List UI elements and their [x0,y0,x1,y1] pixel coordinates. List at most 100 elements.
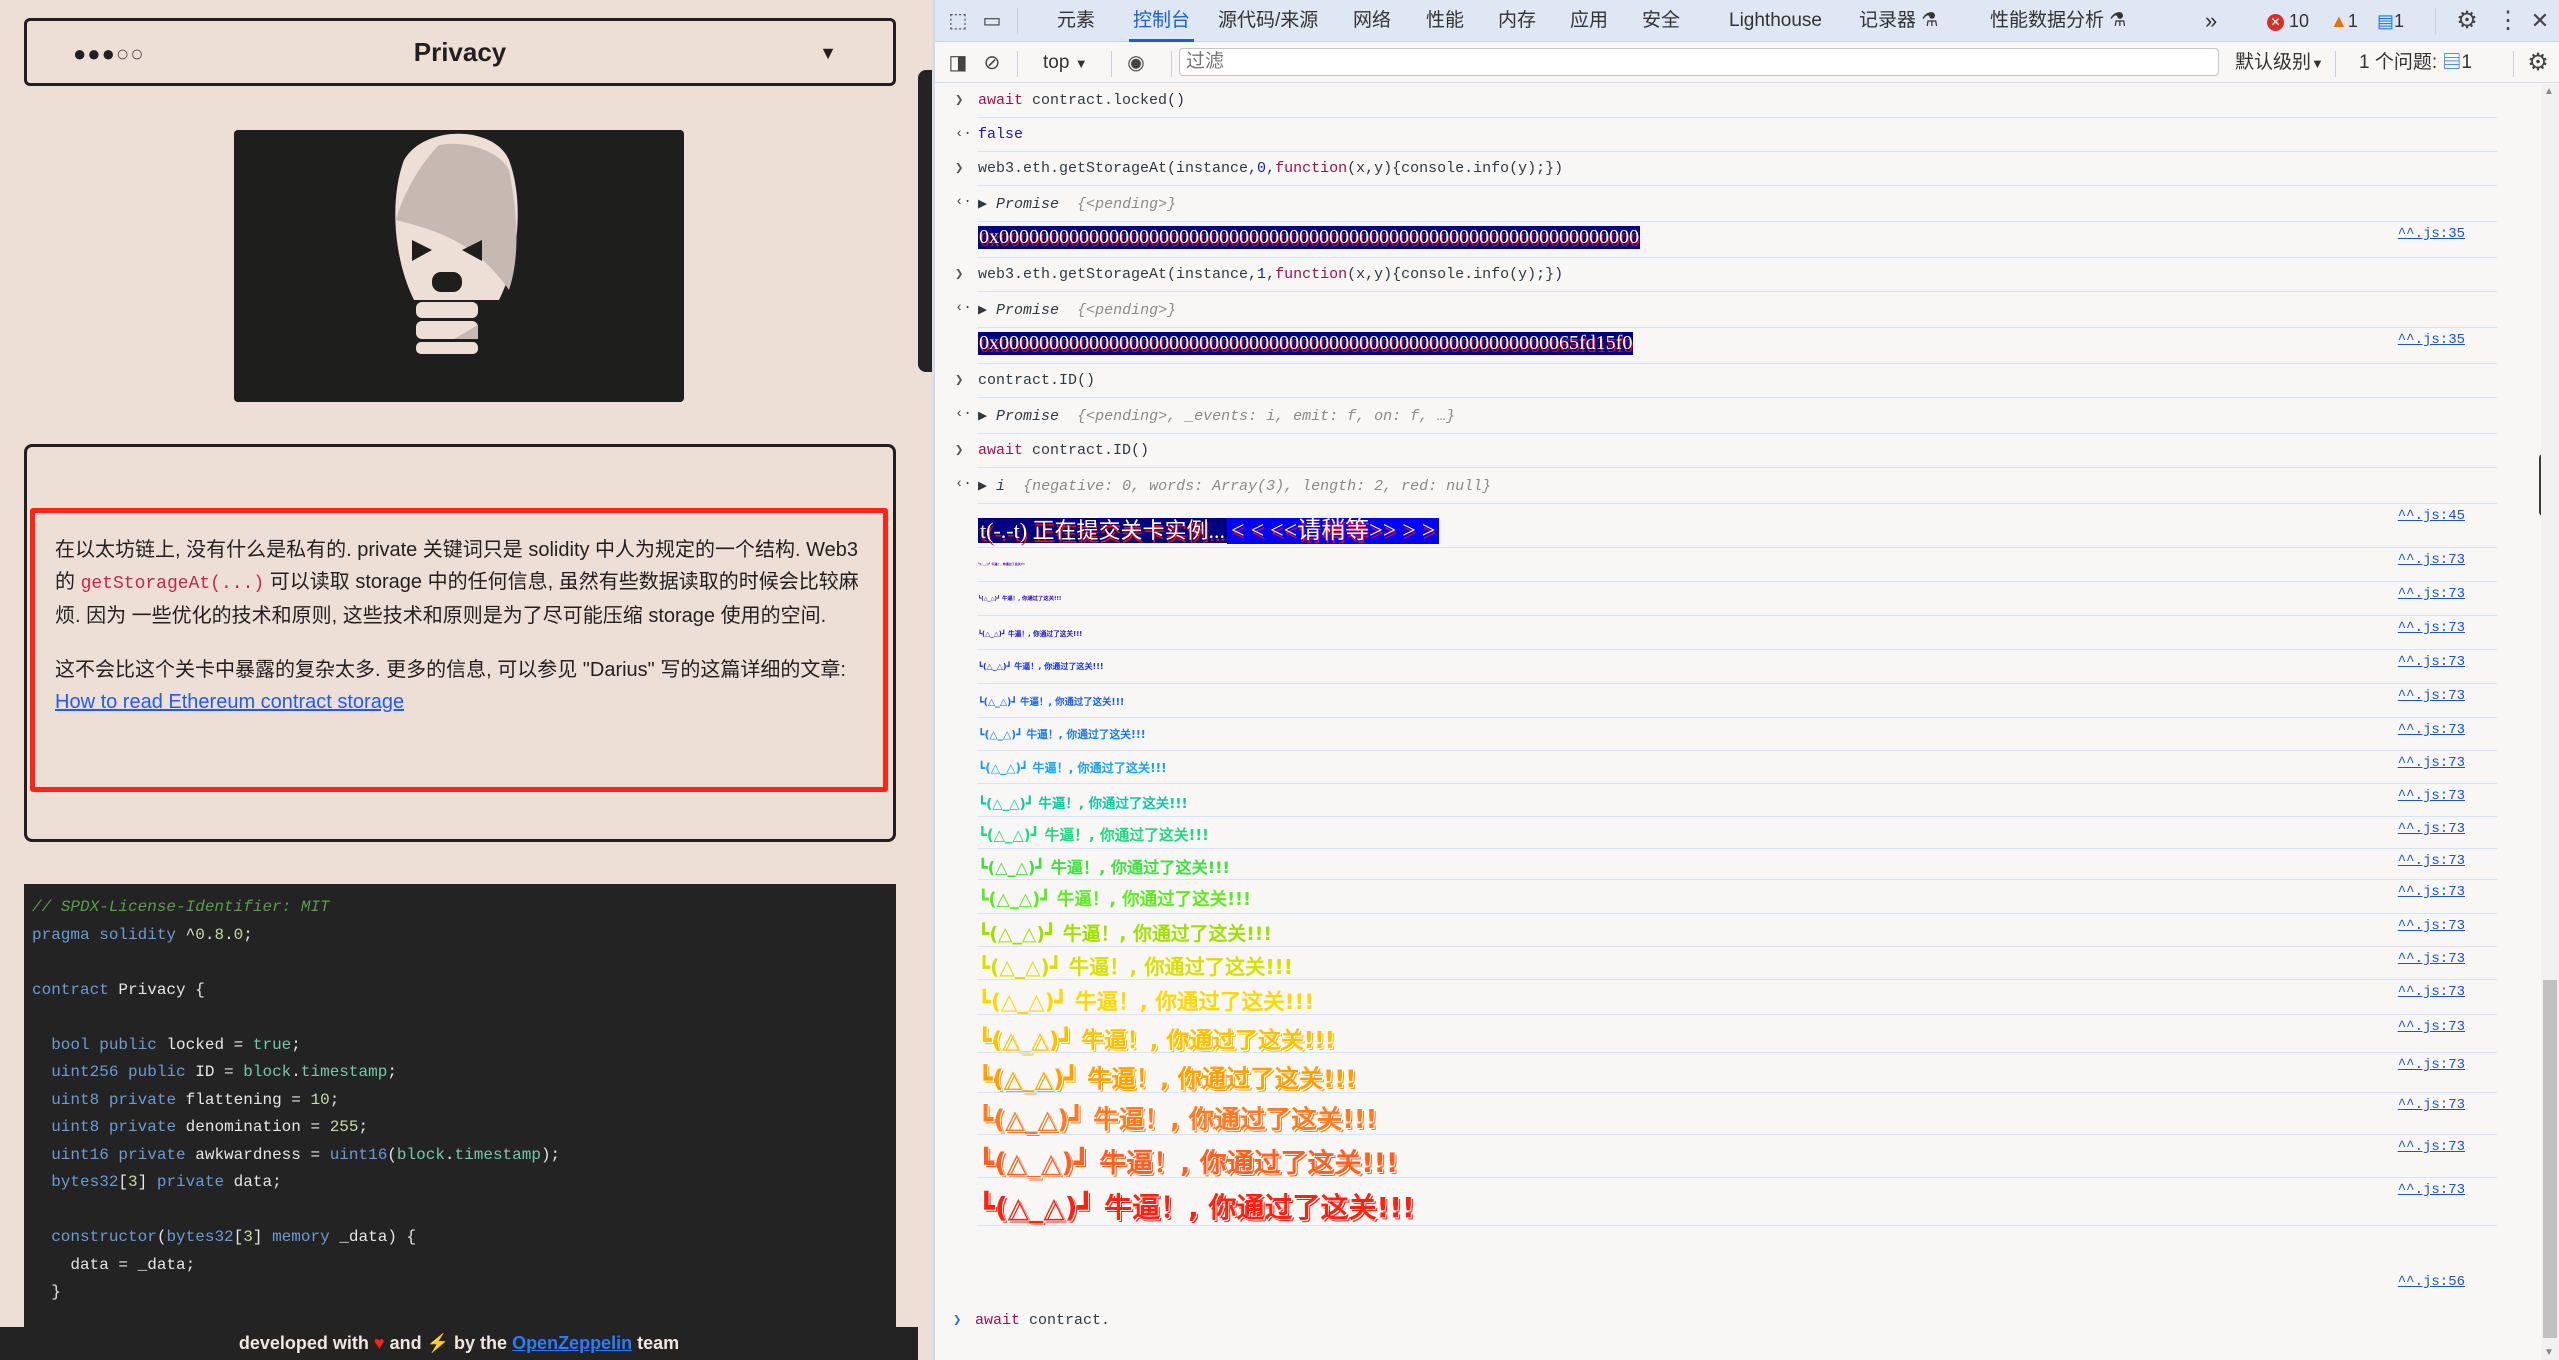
console-log-row: ┗(△_△)┛ 牛逼！, 你通过了这关!!! ^^.js:73 [935,548,2497,582]
tab-console[interactable]: 控制台 [1129,0,1195,42]
tab-network[interactable]: 网络 [1353,0,1391,42]
source-link[interactable]: ^^.js:73 [2398,853,2465,869]
console-result-row[interactable]: ‹· ▶ Promise {<pending>} [935,292,2497,328]
console-scrollbar[interactable]: ▲ ▼ [2541,84,2559,1360]
error-count-badge[interactable]: ✕ 10 [2267,0,2309,42]
code-line: bool public locked = true; [51,1035,301,1054]
gear-icon[interactable]: ⚙ [2454,8,2480,34]
submit-banner: t(-.-t) 正在提交关卡实例... [978,518,1228,543]
source-link[interactable]: ^^.js:73 [2398,722,2465,738]
result-arrow-icon: ‹· [955,194,972,210]
expand-triangle-icon[interactable]: ▶ [978,302,987,319]
console-log-row: ┗(△_△)┛ 牛逼！, 你通过了这关!!! ^^.js:73 [935,849,2497,880]
code-line: uint8 private flattening = 10; [51,1090,340,1109]
kebab-menu-icon[interactable]: ⋮ [2495,8,2521,34]
context-selector[interactable]: top ▼ [1043,43,1088,83]
console-settings-gear-icon[interactable]: ⚙ [2525,50,2551,76]
tab-performance-insights[interactable]: 性能数据分析 ⚗ [1990,0,2126,42]
source-link[interactable]: ^^.js:56 [2398,1274,2465,1290]
console-result-row[interactable]: ‹· ▶ Promise {<pending>} [935,186,2497,222]
console-log-row: ┗(△_△)┛ 牛逼！, 你通过了这关!!! ^^.js:73 [935,684,2497,718]
ethernaut-level-page: ●●●○○ Privacy ▼ 在以太坊链上, 没有什么是私有的. privat… [0,0,932,1360]
inline-code: getStorageAt(...) [80,574,265,594]
tab-memory[interactable]: 内存 [1498,0,1536,42]
source-link[interactable]: ^^.js:73 [2398,884,2465,900]
divider [1171,51,1172,77]
celebration-message: ┗(△_△)┛ 牛逼！, 你通过了这关!!! [978,924,1272,946]
expand-triangle-icon[interactable]: ▶ [978,478,987,495]
source-link[interactable]: ^^.js:73 [2398,620,2465,636]
tab-sources[interactable]: 源代码/来源 [1218,0,1318,42]
code-line: pragma solidity ^0.8.0; [32,925,253,944]
source-link[interactable]: ^^.js:35 [2398,332,2465,348]
expand-triangle-icon[interactable]: ▶ [978,196,987,213]
divider [2335,51,2336,77]
source-link[interactable]: ^^.js:73 [2398,1019,2465,1035]
log-level-selector[interactable]: 默认级别▼ [2235,43,2324,83]
openzeppelin-link[interactable]: OpenZeppelin [512,1333,632,1353]
source-link[interactable]: ^^.js:73 [2398,788,2465,804]
celebration-message: ┗(△_△)┛ 牛逼！, 你通过了这关!!! [978,955,1293,980]
console-result-row[interactable]: ‹· ▶ Promise {<pending>, _events: i, emi… [935,398,2497,434]
source-link[interactable]: ^^.js:35 [2398,226,2465,242]
console-log-row: ┗(△_△)┛ 牛逼！, 你通过了这关!!! ^^.js:73 [935,718,2497,751]
scroll-down-arrow-icon[interactable]: ▼ [2544,1347,2554,1358]
console-result-row[interactable]: ‹· ▶ i {negative: 0, words: Array(3), le… [935,468,2497,504]
console-input[interactable]: await contract. [975,1312,1110,1329]
device-toolbar-icon[interactable]: ▭ [979,8,1005,34]
source-link[interactable]: ^^.js:73 [2398,688,2465,704]
divider [1111,51,1112,77]
close-icon[interactable]: ✕ [2527,8,2553,34]
tab-recorder[interactable]: 记录器 ⚗ [1859,0,1938,42]
scroll-up-arrow-icon[interactable]: ▲ [2544,86,2554,97]
expand-triangle-icon[interactable]: ▶ [978,408,987,425]
source-link[interactable]: ^^.js:73 [2398,552,2465,568]
console-prompt[interactable]: ❯ await contract. [935,1306,2497,1342]
source-link[interactable]: ^^.js:73 [2398,1097,2465,1113]
celebration-message: ┗(△_△)┛ 牛逼！, 你通过了这关!!! [978,629,1083,638]
source-link[interactable]: ^^.js:73 [2398,586,2465,602]
page-scrollbar-thumb[interactable] [918,70,932,372]
divider [2435,8,2436,34]
source-link[interactable]: ^^.js:73 [2398,821,2465,837]
source-link[interactable]: ^^.js:73 [2398,951,2465,967]
console-log-row: ┗(△_△)┛ 牛逼！, 你通过了这关!!! ^^.js:73 [935,980,2497,1015]
inspect-element-icon[interactable]: ⬚ [945,8,971,34]
source-link[interactable]: ^^.js:73 [2398,918,2465,934]
console-log-row: ┗(△_△)┛ 牛逼！, 你通过了这关!!! ^^.js:73 [935,582,2497,616]
tab-security[interactable]: 安全 [1642,0,1680,42]
description-paragraph: 这不会比这个关卡中暴露的复杂太多. 更多的信息, 可以参见 "Darius" 写… [55,659,846,713]
tab-application[interactable]: 应用 [1570,0,1608,42]
tab-elements[interactable]: 元素 [1057,0,1095,42]
issues-counter[interactable]: 1 个问题: ▤1 [2359,43,2472,83]
input-prompt-icon: ❯ [955,267,964,283]
source-link[interactable]: ^^.js:73 [2398,755,2465,771]
source-link[interactable]: ^^.js:73 [2398,1139,2465,1155]
warning-count-badge[interactable]: ▲1 [2330,0,2358,42]
info-count-badge[interactable]: ▤1 [2377,0,2404,42]
page-footer: developed with ♥ and ⚡ by the OpenZeppel… [0,1327,918,1360]
live-expression-icon[interactable]: ◉ [1123,50,1149,76]
tab-performance[interactable]: 性能 [1426,0,1464,42]
tab-lighthouse[interactable]: Lighthouse [1729,0,1822,42]
console-filter-input[interactable] [1179,48,2219,76]
sidebar-toggle-icon[interactable]: ◨ [945,50,971,76]
source-link[interactable]: ^^.js:73 [2398,654,2465,670]
divider [2513,51,2514,77]
source-link[interactable]: ^^.js:73 [2398,984,2465,1000]
console-log-row: ┗(△_△)┛ 牛逼！, 你通过了这关!!! ^^.js:73 [935,817,2497,849]
storage-article-link[interactable]: How to read Ethereum contract storage [55,691,404,713]
source-link[interactable]: ^^.js:73 [2398,1182,2465,1198]
source-link[interactable]: ^^.js:45 [2398,508,2465,524]
console-log-row: t(-.-t) 正在提交关卡实例... < < <<请稍等>> > > ^^.js… [935,504,2497,548]
chevron-down-icon[interactable]: ▼ [819,43,837,64]
scrollbar-thumb[interactable] [2543,980,2557,1338]
console-log-row: ┗(△_△)┛ 牛逼！, 你通过了这关!!! ^^.js:73 [935,751,2497,784]
source-link[interactable]: ^^.js:73 [2398,1057,2465,1073]
clear-console-icon[interactable]: ⊘ [979,50,1005,76]
celebration-message: ┗(△_△)┛ 牛逼！, 你通过了这关!!! [978,561,1025,566]
level-selector[interactable]: ●●●○○ Privacy ▼ [24,18,896,86]
description-paragraph: 在以太坊链上, 没有什么是私有的. private 关键词只是 solidity… [55,539,859,627]
more-tabs-button[interactable]: » [2205,0,2217,42]
